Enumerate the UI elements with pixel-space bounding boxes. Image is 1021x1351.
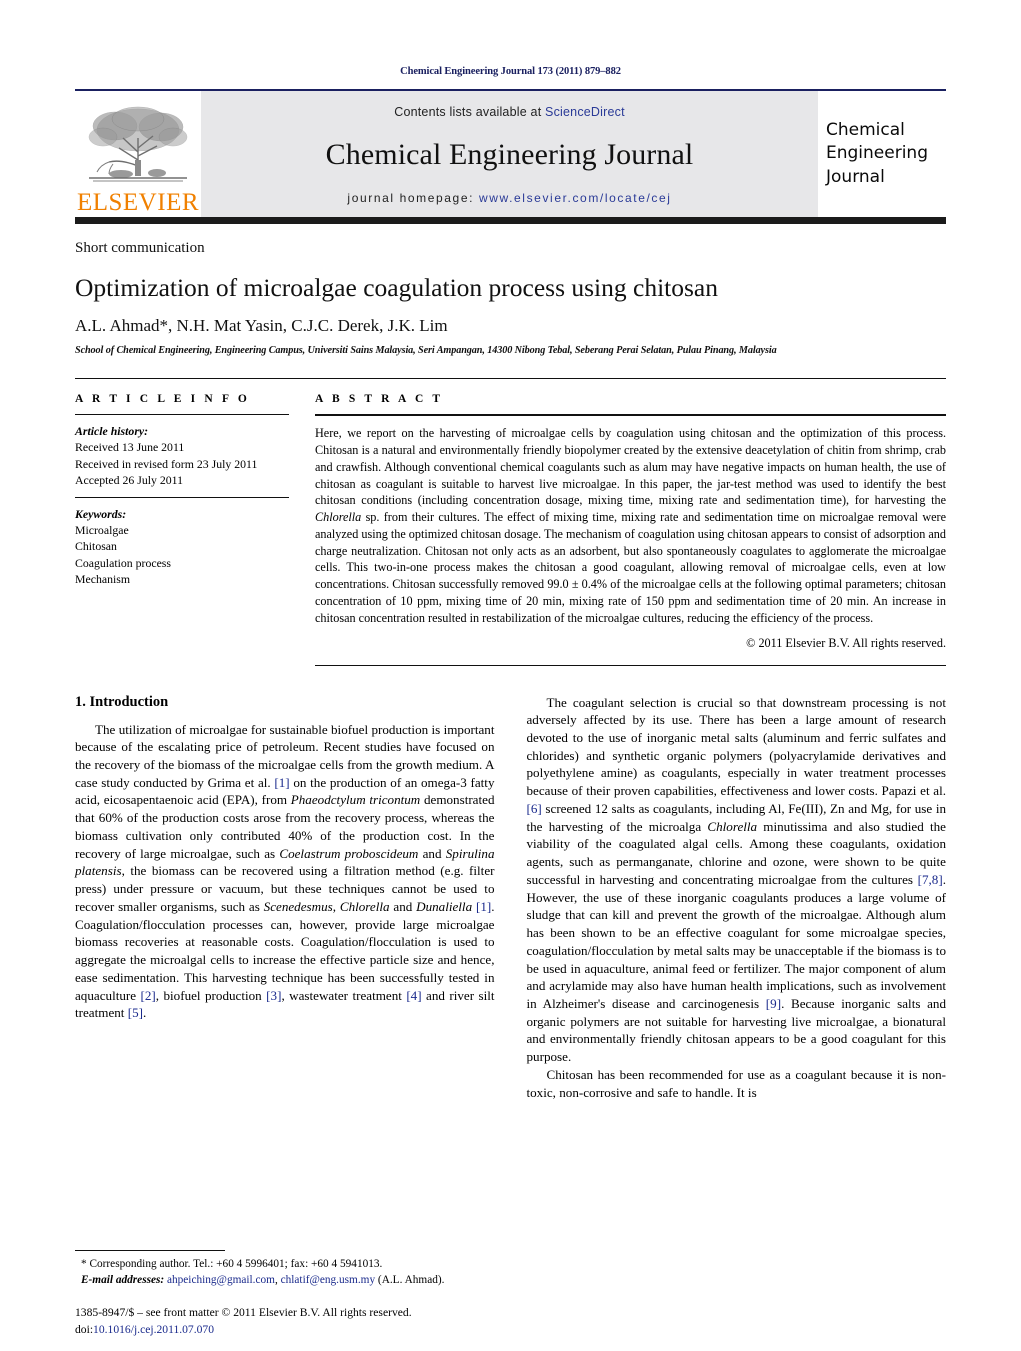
citation-ref[interactable]: [1] <box>476 899 491 914</box>
article-info-label: A R T I C L E I N F O <box>75 393 250 406</box>
affiliation: School of Chemical Engineering, Engineer… <box>75 345 777 357</box>
issn-line: 1385-8947/$ – see front matter © 2011 El… <box>75 1306 412 1320</box>
sciencedirect-link[interactable]: ScienceDirect <box>545 105 625 119</box>
history-item: Accepted 26 July 2011 <box>75 472 184 487</box>
cover-title: Chemical Engineering Journal <box>826 119 928 189</box>
info-abstract-region: A R T I C L E I N F O Article history: R… <box>75 378 946 666</box>
corresponding-author-note: * Corresponding author. Tel.: +60 4 5996… <box>81 1258 383 1271</box>
species-name: Coelastrum proboscideum <box>279 845 419 861</box>
article-info-divider <box>75 414 289 416</box>
cover-line-1: Chemical <box>826 119 905 140</box>
footnote-rule <box>75 1250 225 1252</box>
keyword-item: Mechanism <box>75 571 131 586</box>
article-history-label: Article history: <box>75 424 149 439</box>
citation-ref[interactable]: [3] <box>266 988 281 1003</box>
email-attribution: (A.L. Ahmad). <box>375 1274 445 1287</box>
intro-paragraph-right-1: The coagulant selection is crucial so th… <box>527 694 947 1066</box>
issn-doi-block: 1385-8947/$ – see front matter © 2011 El… <box>75 1305 505 1339</box>
email-link-1[interactable]: ahpeiching@gmail.com <box>167 1274 275 1286</box>
journal-cover-thumbnail: Chemical Engineering Journal <box>818 91 946 217</box>
text-run: , <box>332 898 340 914</box>
homepage-prefix: journal homepage: <box>347 191 479 205</box>
citation-ref[interactable]: [7,8] <box>918 872 943 887</box>
journal-band: Contents lists available at ScienceDirec… <box>201 91 818 217</box>
doi-link[interactable]: 10.1016/j.cej.2011.07.070 <box>93 1323 214 1336</box>
cover-line-3: Journal <box>826 166 885 187</box>
text-run: , wastewater treatment <box>281 987 407 1003</box>
text-run: The coagulant selection is crucial so th… <box>526 694 947 799</box>
section-heading-introduction: 1. Introduction <box>75 693 169 710</box>
running-head: Chemical Engineering Journal 173 (2011) … <box>400 66 621 77</box>
keywords-divider <box>75 497 289 499</box>
history-item: Received 13 June 2011 <box>75 440 185 455</box>
doi-line: doi:10.1016/j.cej.2011.07.070 <box>75 1322 505 1339</box>
species-name: Phaeodctylum tricontum <box>290 792 421 808</box>
body-columns: 1. Introduction The utilization of micro… <box>75 694 946 1102</box>
journal-homepage-line: journal homepage: www.elsevier.com/locat… <box>347 191 671 205</box>
citation-ref[interactable]: [1] <box>274 775 289 790</box>
abstract-part-1: Here, we report on the harvesting of mic… <box>315 426 946 508</box>
text-run: , biofuel production <box>155 987 267 1003</box>
email-note: E-mail addresses: ahpeiching@gmail.com, … <box>75 1273 505 1289</box>
species-name: Scenedesmus <box>263 898 333 914</box>
article-doctype: Short communication <box>75 240 205 256</box>
abstract-column: A B S T R A C T Here, we report on the h… <box>315 393 946 666</box>
intro-paragraph-left: The utilization of microalgae for sustai… <box>75 721 495 1022</box>
text-run: and <box>389 898 417 914</box>
citation-ref[interactable]: [2] <box>141 988 156 1003</box>
contents-lists-line: Contents lists available at ScienceDirec… <box>394 105 625 119</box>
text-run: and <box>418 845 446 861</box>
abstract-species: Chlorella <box>315 510 362 525</box>
masthead-divider <box>75 217 946 224</box>
text-run: . <box>143 1005 147 1021</box>
intro-paragraph-right-2: Chitosan has been recommended for use as… <box>526 1066 947 1100</box>
keyword-item: Coagulation process <box>75 555 171 570</box>
keyword-item: Microalgae <box>75 523 129 538</box>
journal-homepage-link[interactable]: www.elsevier.com/locate/cej <box>479 191 672 205</box>
doi-label: doi: <box>75 1323 94 1337</box>
citation-ref[interactable]: [6] <box>527 801 542 816</box>
abstract-text: Here, we report on the harvesting of mic… <box>315 425 946 626</box>
citation-ref[interactable]: [5] <box>128 1005 143 1020</box>
footnote-block: * Corresponding author. Tel.: +60 4 5996… <box>75 1250 505 1289</box>
citation-ref[interactable]: [4] <box>406 988 421 1003</box>
abstract-divider <box>315 414 946 417</box>
elsevier-logo: ELSEVIER <box>75 91 201 217</box>
journal-article-page: Chemical Engineering Journal 173 (2011) … <box>0 0 1021 1351</box>
author-list: A.L. Ahmad*, N.H. Mat Yasin, C.J.C. Dere… <box>75 316 448 336</box>
cover-line-2: Engineering <box>826 143 928 164</box>
abstract-bottom-divider <box>315 664 946 666</box>
body-column-right: The coagulant selection is crucial so th… <box>527 694 947 1102</box>
abstract-copyright: © 2011 Elsevier B.V. All rights reserved… <box>746 635 946 650</box>
keyword-item: Chitosan <box>75 539 117 554</box>
abstract-label: A B S T R A C T <box>315 393 444 406</box>
elsevier-wordmark: ELSEVIER <box>76 189 200 216</box>
keywords-block: Keywords: Microalgae Chitosan Coagulatio… <box>75 507 289 587</box>
elsevier-tree-icon <box>83 104 193 189</box>
species-name: Chlorella <box>707 818 758 834</box>
email-label: E-mail addresses: <box>81 1274 165 1287</box>
email-link-2[interactable]: chlatif@eng.usm.my <box>281 1274 376 1286</box>
text-run: . However, the use of these inorganic co… <box>526 871 947 1011</box>
body-column-left: 1. Introduction The utilization of micro… <box>75 694 495 1102</box>
abstract-part-2: sp. from their cultures. The effect of m… <box>315 510 946 625</box>
history-item: Received in revised form 23 July 2011 <box>75 456 258 471</box>
citation-ref[interactable]: [9] <box>766 996 781 1011</box>
article-info-column: A R T I C L E I N F O Article history: R… <box>75 393 315 665</box>
species-name: Chlorella <box>339 898 390 914</box>
species-name: Dunaliella <box>416 898 473 914</box>
journal-name: Chemical Engineering Journal <box>325 138 694 171</box>
page-title: Optimization of microalgae coagulation p… <box>75 273 718 302</box>
keywords-label: Keywords: <box>75 507 127 522</box>
journal-masthead: ELSEVIER Contents lists available at Sci… <box>75 89 946 217</box>
contents-prefix: Contents lists available at <box>394 105 546 119</box>
